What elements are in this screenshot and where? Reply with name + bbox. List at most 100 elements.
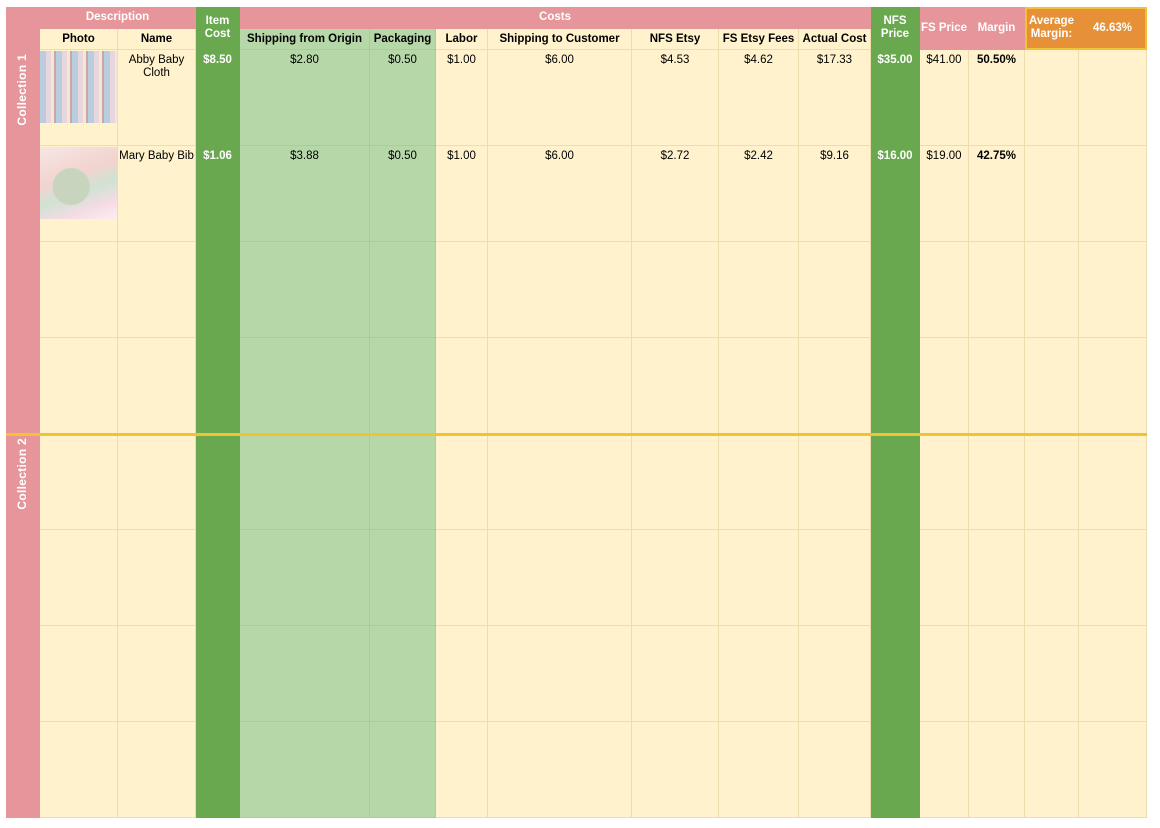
- cell-photo[interactable]: [40, 626, 118, 722]
- empty-cell[interactable]: [1025, 434, 1079, 530]
- cell-shipping-to-customer[interactable]: [488, 434, 632, 530]
- cell-name[interactable]: [118, 338, 196, 434]
- cell-actual-cost[interactable]: [799, 626, 871, 722]
- cell-shipping-to-customer[interactable]: [488, 242, 632, 338]
- header-costs[interactable]: Costs: [240, 7, 871, 29]
- cell-fs-price[interactable]: $19.00: [920, 146, 969, 242]
- cell-name[interactable]: [118, 722, 196, 818]
- header-labor[interactable]: Labor: [436, 29, 488, 50]
- cell-shipping-from-origin[interactable]: [240, 242, 370, 338]
- cell-shipping-from-origin[interactable]: $2.80: [240, 50, 370, 146]
- cell-fs-price[interactable]: [920, 434, 969, 530]
- cell-name[interactable]: Abby Baby Cloth: [118, 50, 196, 146]
- cell-nfs-etsy[interactable]: [632, 722, 719, 818]
- cell-nfs-price[interactable]: [871, 722, 920, 818]
- corner-cell[interactable]: [6, 7, 40, 50]
- cell-packaging[interactable]: $0.50: [370, 146, 436, 242]
- cell-name[interactable]: Mary Baby Bib: [118, 146, 196, 242]
- cell-nfs-price[interactable]: [871, 434, 920, 530]
- cell-margin[interactable]: 42.75%: [969, 146, 1025, 242]
- cell-actual-cost[interactable]: [799, 434, 871, 530]
- cell-nfs-price[interactable]: $16.00: [871, 146, 920, 242]
- header-nfs-price[interactable]: NFS Price: [871, 7, 920, 50]
- header-packaging[interactable]: Packaging: [370, 29, 436, 50]
- header-photo[interactable]: Photo: [40, 29, 118, 50]
- empty-cell[interactable]: [1025, 146, 1079, 242]
- cell-nfs-etsy[interactable]: [632, 242, 719, 338]
- cell-labor[interactable]: $1.00: [436, 50, 488, 146]
- cell-margin[interactable]: [969, 722, 1025, 818]
- cell-fs-etsy-fees[interactable]: $4.62: [719, 50, 799, 146]
- cell-photo[interactable]: [40, 242, 118, 338]
- cell-packaging[interactable]: [370, 530, 436, 626]
- header-name[interactable]: Name: [118, 29, 196, 50]
- cell-photo[interactable]: [40, 146, 118, 242]
- header-nfs-etsy[interactable]: NFS Etsy: [632, 29, 719, 50]
- header-description[interactable]: Description: [40, 7, 196, 29]
- header-actual-cost[interactable]: Actual Cost: [799, 29, 871, 50]
- cell-nfs-etsy[interactable]: [632, 626, 719, 722]
- cell-nfs-etsy[interactable]: [632, 338, 719, 434]
- cell-shipping-to-customer[interactable]: $6.00: [488, 50, 632, 146]
- cell-fs-price[interactable]: [920, 530, 969, 626]
- empty-cell[interactable]: [1079, 50, 1147, 146]
- cell-nfs-etsy[interactable]: $4.53: [632, 50, 719, 146]
- cell-shipping-to-customer[interactable]: [488, 530, 632, 626]
- cell-name[interactable]: [118, 434, 196, 530]
- cell-item-cost[interactable]: [196, 530, 240, 626]
- cell-photo[interactable]: [40, 530, 118, 626]
- cell-fs-price[interactable]: $41.00: [920, 50, 969, 146]
- cell-nfs-price[interactable]: $35.00: [871, 50, 920, 146]
- cell-item-cost[interactable]: [196, 722, 240, 818]
- product-photo[interactable]: [40, 147, 117, 219]
- cell-shipping-from-origin[interactable]: [240, 722, 370, 818]
- cell-shipping-from-origin[interactable]: [240, 530, 370, 626]
- header-fs-price[interactable]: FS Price: [920, 7, 969, 50]
- cell-labor[interactable]: [436, 530, 488, 626]
- empty-cell[interactable]: [1079, 626, 1147, 722]
- header-fs-etsy-fees[interactable]: FS Etsy Fees: [719, 29, 799, 50]
- cell-actual-cost[interactable]: [799, 530, 871, 626]
- cell-packaging[interactable]: $0.50: [370, 50, 436, 146]
- cell-actual-cost[interactable]: [799, 338, 871, 434]
- empty-cell[interactable]: [1079, 434, 1147, 530]
- cell-margin[interactable]: [969, 338, 1025, 434]
- cell-nfs-price[interactable]: [871, 338, 920, 434]
- cell-packaging[interactable]: [370, 338, 436, 434]
- cell-labor[interactable]: [436, 434, 488, 530]
- cell-margin[interactable]: [969, 626, 1025, 722]
- empty-cell[interactable]: [1079, 242, 1147, 338]
- empty-cell[interactable]: [1025, 626, 1079, 722]
- empty-cell[interactable]: [1025, 722, 1079, 818]
- cell-actual-cost[interactable]: [799, 242, 871, 338]
- cell-fs-etsy-fees[interactable]: [719, 242, 799, 338]
- product-photo[interactable]: [40, 51, 117, 123]
- cell-margin[interactable]: [969, 242, 1025, 338]
- cell-labor[interactable]: [436, 338, 488, 434]
- cell-nfs-etsy[interactable]: [632, 530, 719, 626]
- average-margin-value[interactable]: 46.63%: [1079, 7, 1147, 50]
- cell-photo[interactable]: [40, 50, 118, 146]
- cell-name[interactable]: [118, 530, 196, 626]
- cell-nfs-etsy[interactable]: [632, 434, 719, 530]
- cell-margin[interactable]: [969, 530, 1025, 626]
- cell-fs-price[interactable]: [920, 722, 969, 818]
- cell-item-cost[interactable]: [196, 434, 240, 530]
- empty-cell[interactable]: [1025, 338, 1079, 434]
- cell-photo[interactable]: [40, 434, 118, 530]
- cell-fs-etsy-fees[interactable]: [719, 722, 799, 818]
- cell-nfs-price[interactable]: [871, 530, 920, 626]
- cell-packaging[interactable]: [370, 434, 436, 530]
- cell-shipping-to-customer[interactable]: $6.00: [488, 146, 632, 242]
- cell-item-cost[interactable]: $8.50: [196, 50, 240, 146]
- cell-packaging[interactable]: [370, 722, 436, 818]
- empty-cell[interactable]: [1025, 530, 1079, 626]
- header-shipping-from-origin[interactable]: Shipping from Origin: [240, 29, 370, 50]
- cell-fs-etsy-fees[interactable]: $2.42: [719, 146, 799, 242]
- cell-margin[interactable]: [969, 434, 1025, 530]
- empty-cell[interactable]: [1025, 50, 1079, 146]
- empty-cell[interactable]: [1025, 242, 1079, 338]
- cell-fs-etsy-fees[interactable]: [719, 434, 799, 530]
- empty-cell[interactable]: [1079, 338, 1147, 434]
- cell-item-cost[interactable]: $1.06: [196, 146, 240, 242]
